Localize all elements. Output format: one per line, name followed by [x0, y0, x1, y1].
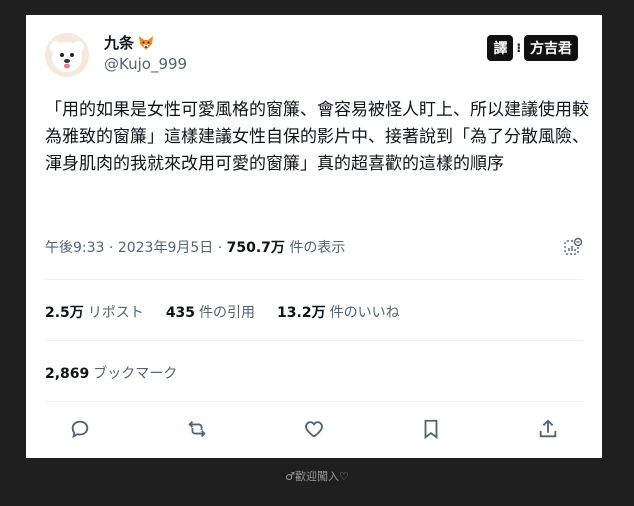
reply-button[interactable] — [66, 415, 94, 443]
reposts-label: リポスト — [87, 305, 144, 321]
likes-count: 13.2万 — [277, 305, 326, 321]
analytics-icon[interactable] — [563, 237, 583, 257]
engagement-stats: 2.5万 リポスト 435 件の引用 13.2万 件のいいね — [45, 302, 400, 322]
bookmark-icon — [424, 419, 438, 440]
tweet-text: 「用的如果是女性可愛風格的窗簾、會容易被怪人盯上、所以建議使用較為雅致的窗簾」這… — [45, 100, 589, 174]
views-label: 件の表示 — [284, 240, 346, 256]
translator-watermark: 譯 ⁝ 方吉君 — [487, 35, 578, 61]
heart-icon — [305, 421, 323, 438]
bookmark-button[interactable] — [417, 415, 445, 443]
quotes-stat[interactable]: 435 件の引用 — [166, 302, 255, 322]
watermark-right: 方吉君 — [524, 35, 578, 61]
tweet-card: 九条 @Kujo_999 譯 ⁝ 方吉君 「用的如果是女性可愛風格的窗簾、會容易… — [26, 15, 602, 458]
views-count: 750.7万 — [226, 240, 285, 256]
likes-label: 件のいいね — [329, 305, 400, 321]
quotes-count: 435 — [165, 305, 196, 321]
likes-stat[interactable]: 13.2万 件のいいね — [277, 302, 400, 322]
watermark-separator: ⁝ — [516, 41, 521, 55]
reposts-stat[interactable]: 2.5万 リポスト — [45, 302, 144, 322]
repost-button[interactable] — [183, 415, 211, 443]
fox-face-icon — [137, 34, 155, 52]
share-button[interactable] — [534, 415, 562, 443]
watermark-left: 譯 — [487, 35, 514, 61]
meta-separator: · — [104, 240, 118, 256]
display-name[interactable]: 九条 — [104, 32, 155, 53]
divider — [45, 340, 583, 341]
avatar[interactable] — [45, 33, 89, 77]
divider — [45, 401, 583, 402]
share-icon — [539, 419, 557, 438]
divider — [45, 279, 583, 280]
reply-icon — [71, 420, 89, 439]
repost-icon — [188, 421, 206, 437]
tweet-time[interactable]: 午後9:33 — [45, 240, 104, 256]
bookmarks-label: ブックマーク — [93, 366, 178, 382]
bookmarks-stat[interactable]: 2,869 ブックマーク — [45, 363, 177, 383]
like-button[interactable] — [300, 415, 328, 443]
display-name-text: 九条 — [104, 34, 135, 52]
user-handle[interactable]: @Kujo_999 — [104, 55, 187, 73]
action-bar — [66, 415, 562, 443]
tweet-meta: 午後9:33 · 2023年9月5日 · 750.7万 件の表示 — [45, 237, 345, 257]
reposts-count: 2.5万 — [45, 305, 84, 321]
bookmarks-count: 2,869 — [45, 366, 90, 382]
tweet-date[interactable]: 2023年9月5日 — [118, 240, 213, 256]
meta-separator: · — [213, 240, 227, 256]
caption: ♂歡迎闖入♡ — [285, 470, 349, 483]
quotes-label: 件の引用 — [199, 305, 256, 321]
